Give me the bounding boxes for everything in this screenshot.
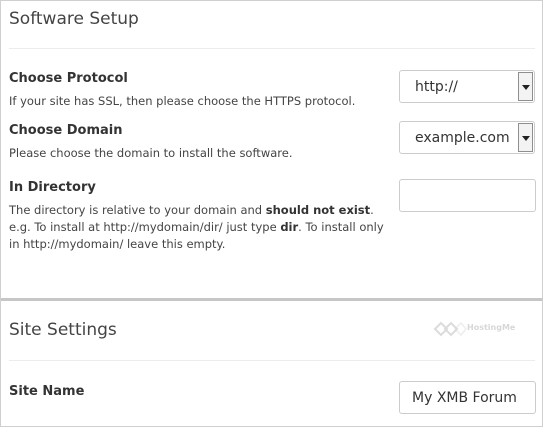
hostingme-logo-icon: HostingMe	[433, 319, 516, 339]
site-name-input[interactable]	[399, 381, 536, 414]
domain-select-value: example.com	[415, 130, 510, 146]
protocol-description: If your site has SSL, then please choose…	[9, 94, 356, 108]
chevron-down-icon[interactable]	[518, 123, 533, 152]
directory-desc-emphasis: dir	[280, 220, 299, 234]
chevron-down-icon[interactable]	[518, 72, 533, 101]
section-title-software-setup: Software Setup	[9, 9, 139, 29]
directory-desc-text: The directory is relative to your domain…	[9, 203, 266, 217]
section-divider	[1, 298, 542, 301]
divider	[9, 360, 535, 361]
site-name-label: Site Name	[9, 384, 85, 399]
directory-input[interactable]	[399, 179, 536, 212]
domain-description: Please choose the domain to install the …	[9, 146, 293, 160]
section-title-site-settings: Site Settings	[9, 320, 117, 340]
directory-label: In Directory	[9, 180, 96, 195]
watermark-text: HostingMe	[467, 323, 516, 332]
software-setup-panel: Software Setup Choose Protocol If your s…	[0, 0, 543, 427]
directory-description: The directory is relative to your domain…	[9, 202, 394, 253]
domain-select[interactable]: example.com	[399, 121, 535, 154]
protocol-select[interactable]: http://	[399, 70, 535, 103]
domain-label: Choose Domain	[9, 123, 123, 138]
directory-desc-emphasis: should not exist	[265, 203, 371, 217]
protocol-label: Choose Protocol	[9, 71, 128, 86]
divider	[9, 48, 535, 49]
protocol-select-value: http://	[415, 79, 458, 95]
